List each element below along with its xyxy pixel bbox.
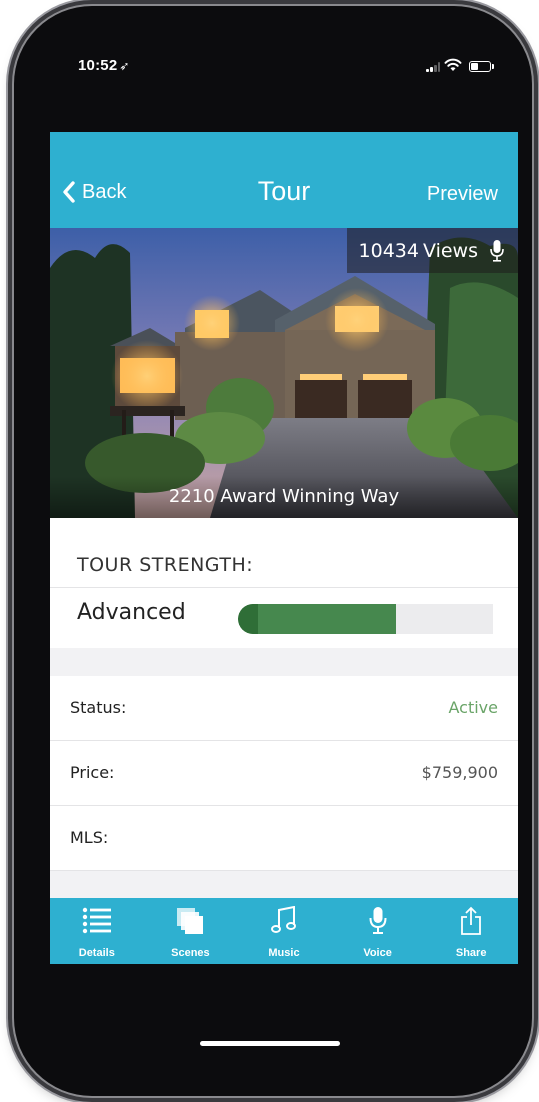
bottom-tab-bar: Details Scenes Music Voice Share [50,898,518,964]
section-spacer [50,648,518,676]
microphone-icon [490,239,504,262]
divider [50,587,518,588]
detail-row-price[interactable]: Price: $759,900 [50,741,518,806]
share-icon [461,906,482,935]
price-value: $759,900 [421,763,498,782]
tab-share[interactable]: Share [424,898,518,964]
tab-label: Music [268,947,300,959]
listing-hero[interactable]: 10434 Views 2210 Award Winning Way [50,228,518,518]
location-arrow-icon: ➶ [119,59,130,73]
status-value: Active [448,698,499,717]
music-note-icon [270,906,296,933]
detail-row-mls[interactable]: MLS: [50,806,518,871]
tab-scenes[interactable]: Scenes [144,898,238,964]
tour-strength-level: Advanced [77,600,186,625]
tab-label: Voice [363,947,392,959]
listing-address: 2210 Award Winning Way [50,476,518,518]
cellular-signal-icon [426,62,440,72]
app-screen: Back Tour Preview 10434 Views 2210 Award… [50,132,518,964]
microphone-icon [369,907,387,934]
list-icon [82,907,111,934]
stack-icon [177,908,204,934]
tab-label: Scenes [171,947,210,959]
tab-voice[interactable]: Voice [331,898,425,964]
tour-strength-card: TOUR STRENGTH: Advanced [50,518,518,648]
home-indicator[interactable] [200,1041,340,1046]
clock-time: 10:52 [78,57,118,74]
views-badge: 10434 Views [346,228,518,273]
tab-music[interactable]: Music [237,898,331,964]
listing-details: Status: Active Price: $759,900 MLS: [50,676,518,871]
detail-row-status[interactable]: Status: Active [50,676,518,741]
tab-label: Details [78,947,115,959]
detail-label: Status: [70,698,127,717]
tab-label: Share [455,947,487,959]
wifi-icon [444,58,462,71]
status-time: 10:52 ➶ [78,57,130,74]
status-bar: 10:52 ➶ [0,0,539,90]
tab-details[interactable]: Details [50,898,144,964]
tour-strength-progress-fill [238,604,397,634]
detail-label: MLS: [70,828,109,847]
views-count: 10434 [358,239,419,262]
preview-button[interactable]: Preview [427,183,498,206]
tour-strength-progress-bar [238,604,493,634]
tour-strength-title: TOUR STRENGTH: [77,554,254,576]
navigation-bar: Back Tour Preview [50,132,518,228]
views-label: Views [423,239,478,262]
battery-icon [469,61,494,72]
detail-label: Price: [70,763,115,782]
